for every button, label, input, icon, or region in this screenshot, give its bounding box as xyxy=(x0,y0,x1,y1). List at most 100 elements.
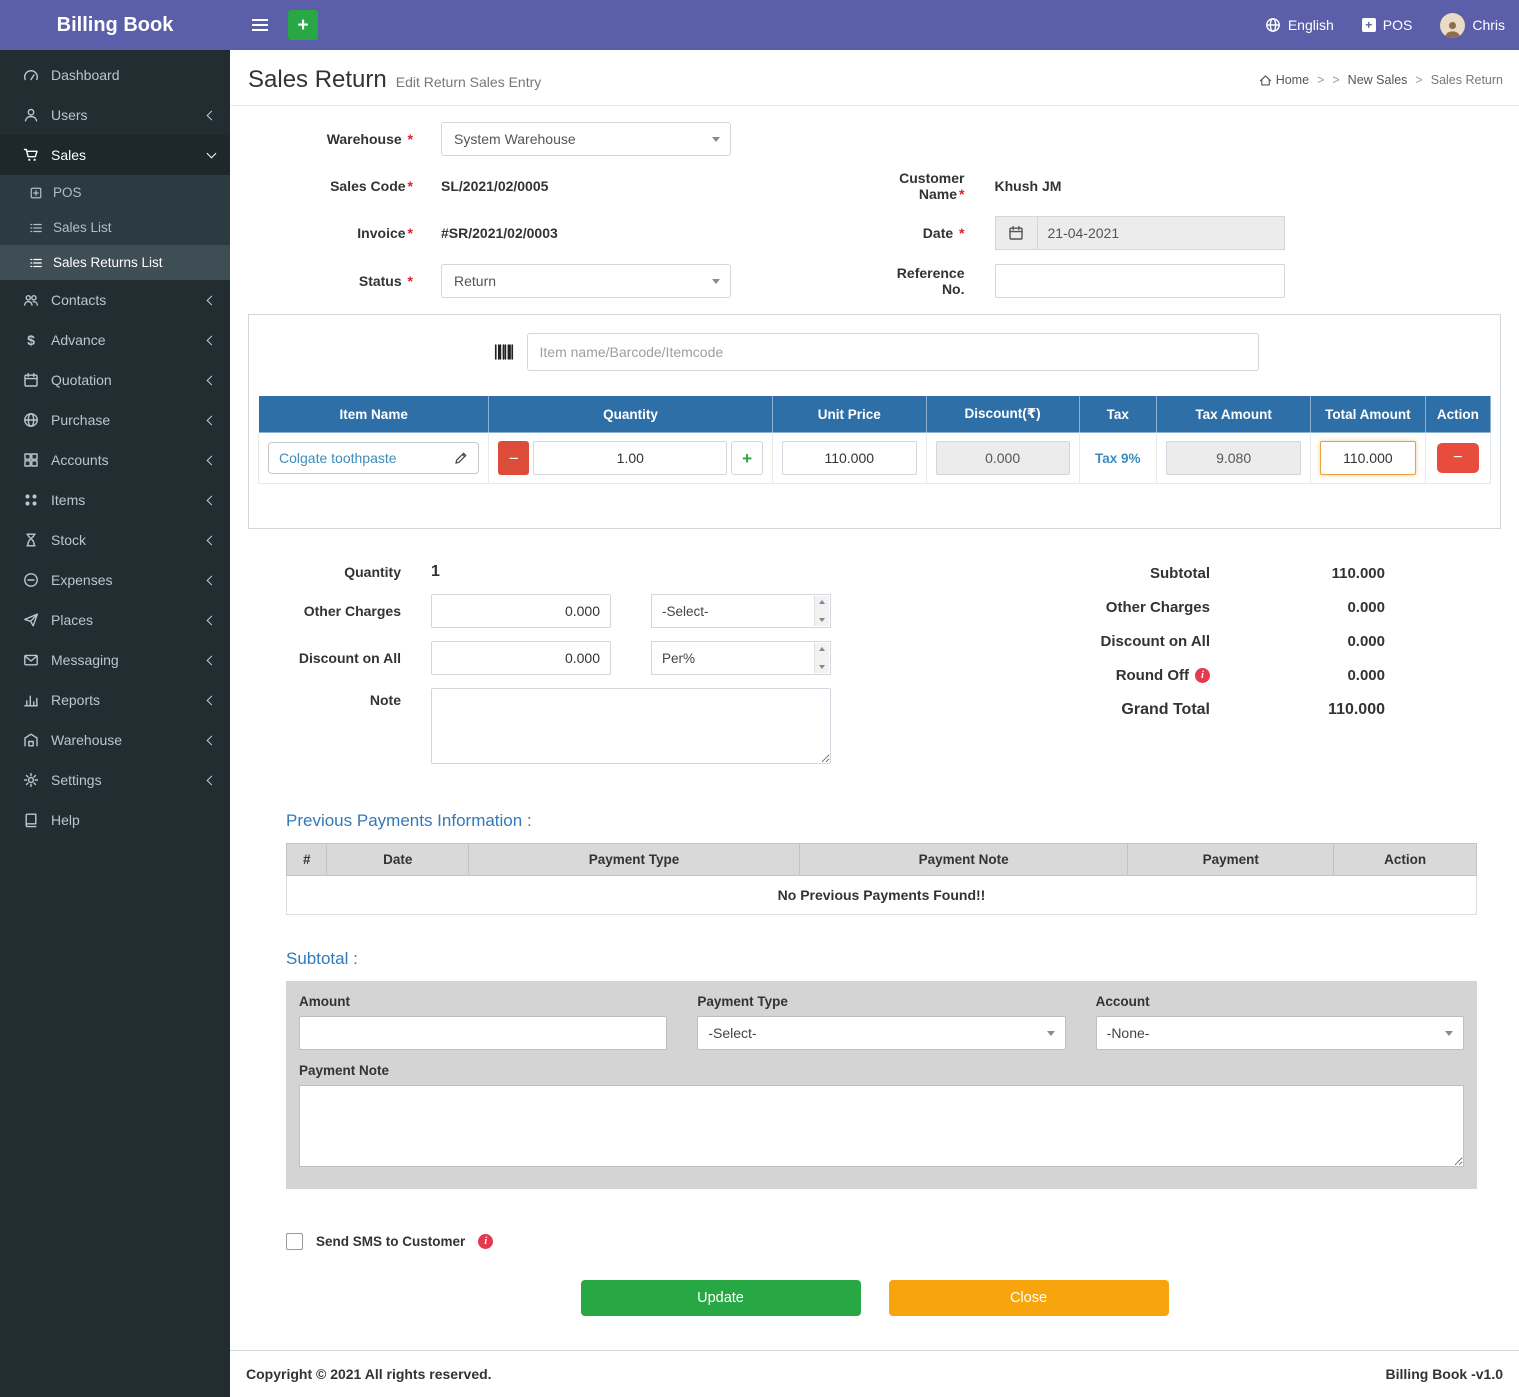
warehouse-select[interactable]: System Warehouse xyxy=(441,122,731,156)
reference-no-label: Reference No. xyxy=(875,265,995,297)
dollar-icon: $ xyxy=(23,332,39,348)
discount-type-select[interactable]: Per% xyxy=(651,641,831,675)
sidebar-item-help[interactable]: Help xyxy=(0,800,230,840)
payment-note-textarea[interactable] xyxy=(299,1085,1464,1167)
remove-item-button[interactable]: − xyxy=(1437,443,1479,473)
chevron-left-icon xyxy=(207,110,217,120)
quantity-decrease-button[interactable]: − xyxy=(498,441,529,475)
scrollbar[interactable] xyxy=(814,596,829,626)
info-icon[interactable]: i xyxy=(478,1234,493,1249)
calendar-addon[interactable] xyxy=(995,216,1037,250)
scrollbar[interactable] xyxy=(814,643,829,673)
quantity-input[interactable] xyxy=(533,441,727,475)
sidebar-toggle-button[interactable] xyxy=(244,13,276,37)
items-table: Item Name Quantity Unit Price Discount(₹… xyxy=(258,395,1491,484)
account-select[interactable]: -None- xyxy=(1096,1016,1464,1050)
amount-input[interactable] xyxy=(299,1016,667,1050)
other-charges-input[interactable] xyxy=(431,594,611,628)
user-menu[interactable]: Chris xyxy=(1440,13,1505,38)
sidebar-item-dashboard[interactable]: Dashboard xyxy=(0,55,230,95)
status-label: Status * xyxy=(246,273,441,289)
envelope-icon xyxy=(23,652,39,668)
hourglass-icon xyxy=(23,532,39,548)
required-asterisk: * xyxy=(959,186,964,202)
version-text: Billing Book -v1.0 xyxy=(1386,1366,1503,1382)
other-charges-select[interactable]: -Select- xyxy=(651,594,831,628)
payment-note-label: Payment Note xyxy=(299,1063,1464,1078)
tax-link[interactable]: Tax 9% xyxy=(1095,451,1141,466)
send-sms-checkbox[interactable] xyxy=(286,1233,303,1250)
sidebar-item-settings[interactable]: Settings xyxy=(0,760,230,800)
discount-on-all-input[interactable] xyxy=(431,641,611,675)
required-asterisk: * xyxy=(408,178,413,194)
language-menu[interactable]: English xyxy=(1265,17,1334,33)
pp-col-date: Date xyxy=(327,844,469,876)
sidebar-item-users[interactable]: Users xyxy=(0,95,230,135)
account-label: Account xyxy=(1096,994,1464,1009)
sidebar-item-stock[interactable]: Stock xyxy=(0,520,230,560)
col-total-amount: Total Amount xyxy=(1311,396,1426,433)
sidebar-item-sales-list[interactable]: Sales List xyxy=(0,210,230,245)
pos-icon xyxy=(29,186,43,200)
close-button[interactable]: Close xyxy=(889,1280,1169,1316)
sidebar-item-accounts[interactable]: Accounts xyxy=(0,440,230,480)
sidebar-item-sales[interactable]: Sales xyxy=(0,135,230,175)
customer-name-label: Customer Name* xyxy=(875,170,995,202)
payment-type-select[interactable]: -Select- xyxy=(697,1016,1065,1050)
chevron-left-icon xyxy=(207,335,217,345)
sidebar-item-messaging[interactable]: Messaging xyxy=(0,640,230,680)
sidebar-item-sales-returns-list[interactable]: Sales Returns List xyxy=(0,245,230,280)
required-asterisk: * xyxy=(408,273,413,289)
sidebar: Dashboard Users Sales POS xyxy=(0,50,230,1397)
previous-payments-table: # Date Payment Type Payment Note Payment… xyxy=(286,843,1477,915)
chevron-down-icon xyxy=(819,665,825,669)
sidebar-item-contacts[interactable]: Contacts xyxy=(0,280,230,320)
sidebar-item-reports[interactable]: Reports xyxy=(0,680,230,720)
chevron-left-icon xyxy=(207,375,217,385)
chevron-left-icon xyxy=(207,415,217,425)
breadcrumb-new-sales[interactable]: New Sales xyxy=(1348,73,1408,87)
discount-on-all-total-value: 0.000 xyxy=(1210,633,1385,650)
plus-icon: + xyxy=(297,16,308,35)
barcode-button[interactable] xyxy=(491,339,517,365)
send-sms-label: Send SMS to Customer xyxy=(316,1234,465,1249)
item-search-input[interactable] xyxy=(527,333,1259,371)
app-brand[interactable]: Billing Book xyxy=(0,0,230,50)
pos-link[interactable]: + POS xyxy=(1362,17,1413,33)
reference-no-input[interactable] xyxy=(995,264,1285,298)
sidebar-item-warehouse[interactable]: Warehouse xyxy=(0,720,230,760)
note-textarea[interactable] xyxy=(431,688,831,764)
col-item-name: Item Name xyxy=(259,396,489,433)
round-off-value: 0.000 xyxy=(1210,667,1385,684)
breadcrumb-home[interactable]: Home xyxy=(1259,73,1309,87)
total-amount-input[interactable] xyxy=(1320,441,1416,475)
date-input[interactable] xyxy=(1037,216,1285,250)
chevron-left-icon xyxy=(207,575,217,585)
sidebar-item-items[interactable]: Items xyxy=(0,480,230,520)
chevron-left-icon xyxy=(207,735,217,745)
unit-price-input[interactable] xyxy=(782,441,917,475)
grid-icon xyxy=(23,452,39,468)
topbar-main: + English + POS Chris xyxy=(230,0,1519,50)
chevron-down-icon xyxy=(712,279,720,284)
quick-add-button[interactable]: + xyxy=(288,10,318,40)
item-name-link[interactable]: Colgate toothpaste xyxy=(268,442,479,474)
status-select[interactable]: Return xyxy=(441,264,731,298)
contacts-icon xyxy=(23,292,39,308)
sidebar-item-advance[interactable]: $ Advance xyxy=(0,320,230,360)
sidebar-item-expenses[interactable]: Expenses xyxy=(0,560,230,600)
update-button[interactable]: Update xyxy=(581,1280,861,1316)
subtotal-label: Subtotal xyxy=(1150,565,1210,582)
page-subtitle: Edit Return Sales Entry xyxy=(396,74,542,90)
menu-icon xyxy=(252,19,268,31)
sidebar-item-pos[interactable]: POS xyxy=(0,175,230,210)
pp-col-num: # xyxy=(287,844,327,876)
sales-return-form: Warehouse * System Warehouse Sales Code*… xyxy=(230,106,1519,1350)
info-icon[interactable]: i xyxy=(1195,668,1210,683)
sidebar-item-quotation[interactable]: Quotation xyxy=(0,360,230,400)
sidebar-item-purchase[interactable]: Purchase xyxy=(0,400,230,440)
sidebar-item-places[interactable]: Places xyxy=(0,600,230,640)
home-icon xyxy=(1259,74,1272,87)
quantity-increase-button[interactable]: + xyxy=(731,441,762,475)
discount-on-all-label: Discount on All xyxy=(246,650,431,666)
